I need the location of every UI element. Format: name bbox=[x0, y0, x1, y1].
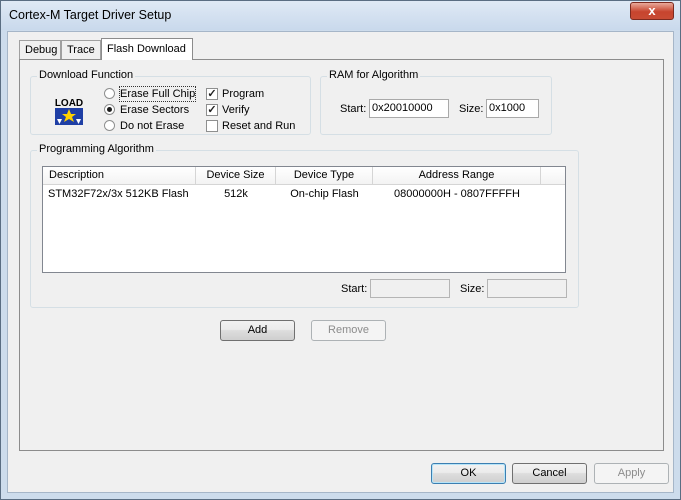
window-title: Cortex-M Target Driver Setup bbox=[9, 8, 172, 22]
reset-and-run-checkbox[interactable]: Reset and Run bbox=[206, 119, 306, 133]
dialog-client: Debug Trace Flash Download Download Func… bbox=[7, 31, 674, 493]
download-function-group: Download Function LOAD Erase Full Chip E… bbox=[30, 69, 311, 135]
ram-start-label: Start: bbox=[340, 103, 367, 115]
column-address-range[interactable]: Address Range bbox=[373, 167, 541, 184]
close-icon: x bbox=[648, 3, 656, 18]
algorithm-start-input[interactable] bbox=[370, 279, 450, 298]
load-icon: LOAD bbox=[53, 95, 85, 127]
ram-start-input[interactable]: 0x20010000 bbox=[369, 99, 449, 118]
radio-do-not-erase[interactable] bbox=[104, 120, 115, 131]
radio-erase-sectors[interactable] bbox=[104, 104, 115, 115]
algorithm-type-cell: On-chip Flash bbox=[290, 188, 359, 200]
close-button[interactable]: x bbox=[630, 2, 674, 20]
add-button[interactable]: Add bbox=[220, 320, 295, 341]
checkbox-verify[interactable]: ✓ bbox=[206, 104, 218, 116]
ram-for-algorithm-group: RAM for Algorithm Start: 0x20010000 Size… bbox=[320, 69, 552, 135]
verify-checkbox[interactable]: ✓ Verify bbox=[206, 103, 306, 117]
tab-flash-download[interactable]: Flash Download bbox=[101, 38, 193, 60]
programming-algorithm-group: Programming Algorithm Description Device… bbox=[30, 143, 579, 308]
flash-download-panel: Download Function LOAD Erase Full Chip E… bbox=[19, 59, 664, 451]
algorithm-address-cell: 08000000H - 0807FFFFH bbox=[394, 188, 520, 200]
tab-debug-label: Debug bbox=[25, 44, 58, 56]
reset-and-run-label: Reset and Run bbox=[222, 120, 296, 132]
program-label: Program bbox=[222, 88, 265, 100]
do-not-erase-radio[interactable]: Do not Erase bbox=[104, 119, 209, 133]
apply-button[interactable]: Apply bbox=[594, 463, 669, 484]
erase-sectors-label: Erase Sectors bbox=[120, 104, 190, 116]
load-icon-text: LOAD bbox=[55, 98, 83, 109]
column-device-type[interactable]: Device Type bbox=[276, 167, 373, 184]
ram-for-algorithm-label: RAM for Algorithm bbox=[327, 69, 421, 81]
algorithm-start-label: Start: bbox=[341, 283, 368, 295]
column-description[interactable]: Description bbox=[43, 167, 196, 184]
algorithm-list-header: Description Device Size Device Type Addr… bbox=[43, 167, 565, 185]
ok-button[interactable]: OK bbox=[431, 463, 506, 484]
algorithm-size-label: Size: bbox=[460, 283, 485, 295]
checkbox-reset-and-run[interactable] bbox=[206, 120, 218, 132]
erase-sectors-radio[interactable]: Erase Sectors bbox=[104, 103, 209, 117]
tab-trace[interactable]: Trace bbox=[61, 40, 101, 59]
cancel-button[interactable]: Cancel bbox=[512, 463, 587, 484]
column-device-size[interactable]: Device Size bbox=[196, 167, 276, 184]
remove-button[interactable]: Remove bbox=[311, 320, 386, 341]
tab-flash-download-label: Flash Download bbox=[107, 43, 186, 55]
algorithm-row[interactable]: STM32F72x/3x 512KB Flash 512k On-chip Fl… bbox=[43, 186, 565, 202]
tab-debug[interactable]: Debug bbox=[19, 40, 61, 59]
algorithm-description-cell: STM32F72x/3x 512KB Flash bbox=[48, 188, 189, 200]
checkbox-program[interactable]: ✓ bbox=[206, 88, 218, 100]
erase-full-chip-label: Erase Full Chip bbox=[118, 86, 197, 102]
verify-label: Verify bbox=[222, 104, 250, 116]
radio-erase-full-chip[interactable] bbox=[104, 88, 115, 99]
ram-size-input[interactable]: 0x1000 bbox=[486, 99, 539, 118]
algorithm-size-cell: 512k bbox=[224, 188, 248, 200]
ram-size-label: Size: bbox=[459, 103, 484, 115]
title-bar[interactable]: Cortex-M Target Driver Setup x bbox=[1, 1, 680, 30]
download-function-label: Download Function bbox=[37, 69, 136, 81]
algorithm-list[interactable]: Description Device Size Device Type Addr… bbox=[42, 166, 566, 273]
tab-trace-label: Trace bbox=[67, 44, 95, 56]
program-checkbox[interactable]: ✓ Program bbox=[206, 87, 306, 101]
algorithm-size-input[interactable] bbox=[487, 279, 567, 298]
programming-algorithm-label: Programming Algorithm bbox=[37, 143, 156, 155]
erase-full-chip-radio[interactable]: Erase Full Chip bbox=[104, 86, 209, 102]
do-not-erase-label: Do not Erase bbox=[120, 120, 185, 132]
dialog-window: Cortex-M Target Driver Setup x Debug Tra… bbox=[0, 0, 681, 500]
